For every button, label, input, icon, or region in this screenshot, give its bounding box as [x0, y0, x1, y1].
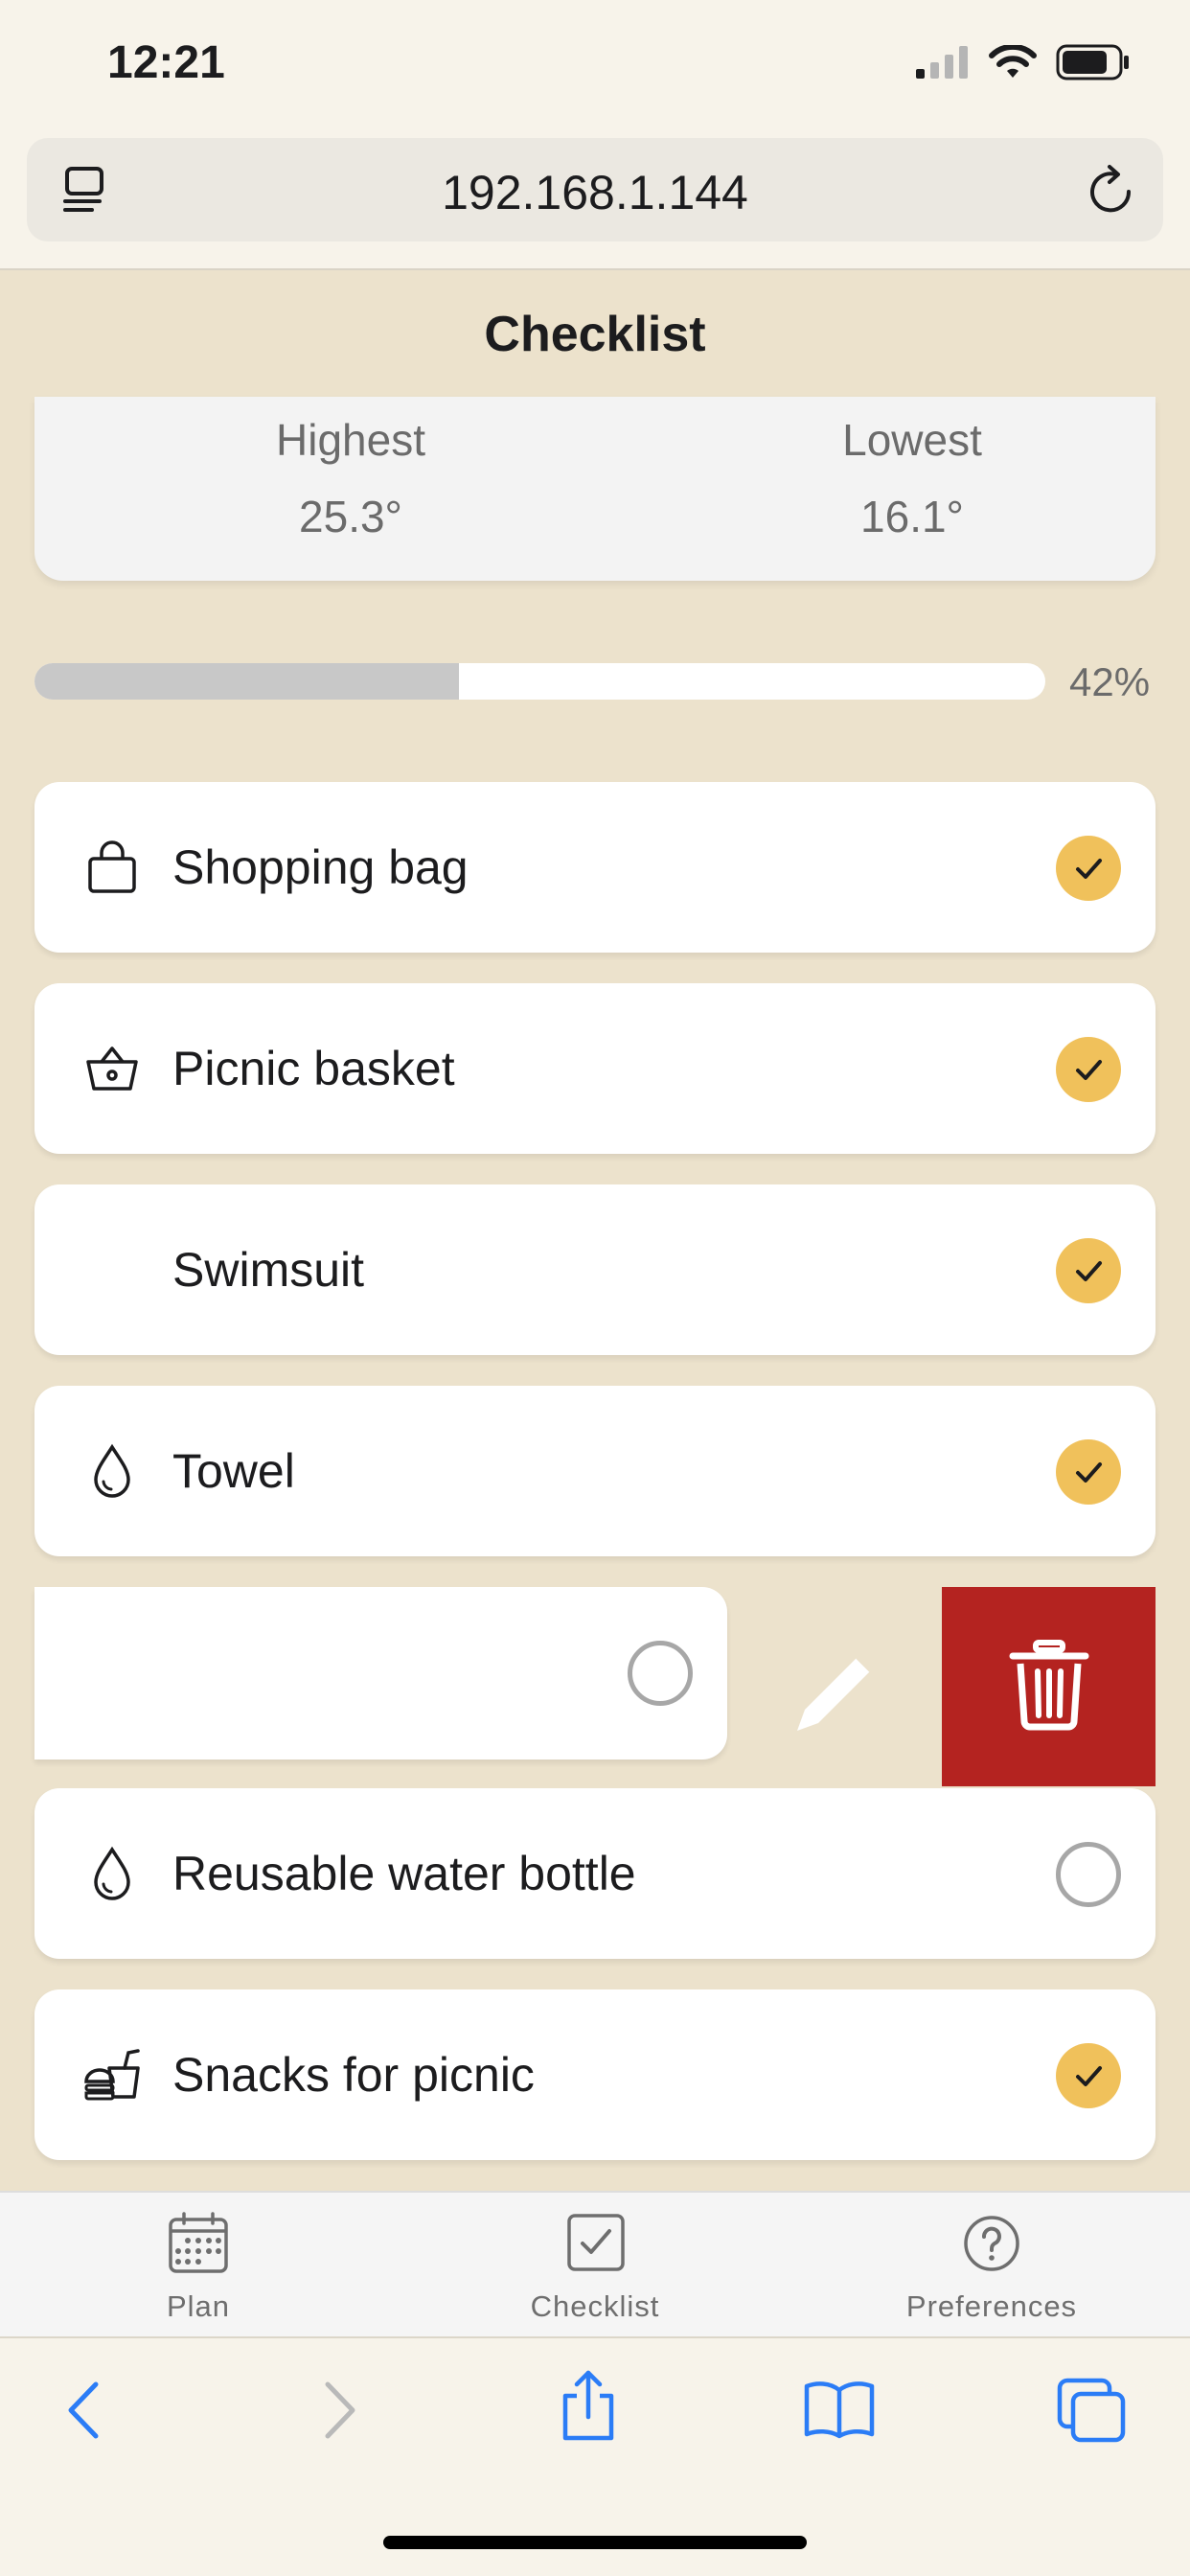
page-header: Checklist: [0, 272, 1190, 397]
progress-bar: [34, 663, 1045, 700]
fast-food-icon: [84, 2049, 140, 2101]
bookmarks-icon[interactable]: [803, 2377, 876, 2444]
lowest-temp: Lowest 16.1°: [721, 414, 1104, 542]
lowest-label: Lowest: [842, 415, 982, 465]
calendar-icon: [169, 2212, 228, 2273]
item-label: Picnic basket: [172, 1042, 455, 1095]
address-bar[interactable]: 192.168.1.144: [27, 138, 1163, 242]
wifi-icon: [989, 45, 1037, 78]
drop-icon: [94, 1846, 130, 1900]
tabs-icon[interactable]: [1056, 2377, 1129, 2446]
checkbox[interactable]: [1056, 1842, 1121, 1907]
share-icon[interactable]: [554, 2367, 623, 2444]
url-text[interactable]: 192.168.1.144: [27, 165, 1163, 220]
home-indicator: [383, 2536, 807, 2549]
tab-label: Checklist: [530, 2289, 660, 2323]
tab-preferences[interactable]: Preferences: [848, 2210, 1135, 2324]
item-label: Shopping bag: [172, 840, 469, 894]
progress-fill: [34, 663, 460, 700]
item-label: Towel: [172, 1444, 295, 1498]
status-time: 12:21: [107, 37, 225, 88]
item-label: Snacks for picnic: [172, 2048, 535, 2102]
tab-bar: Plan Checklist Preferences: [0, 2191, 1190, 2336]
list-item[interactable]: Snacks for picnic: [34, 1990, 1156, 2160]
list-item[interactable]: Shopping bag: [34, 782, 1156, 953]
checkmark-icon: [1076, 2066, 1102, 2086]
checkmark-icon: [1076, 859, 1102, 879]
checkmark-icon: [1076, 1060, 1102, 1080]
lowest-value: 16.1°: [860, 492, 964, 541]
item-label: Reusable water bottle: [172, 1847, 636, 1900]
checkbox[interactable]: [1056, 1037, 1121, 1102]
reload-icon[interactable]: [1087, 163, 1136, 217]
checkbox[interactable]: [1056, 1238, 1121, 1303]
list-item[interactable]: Towel: [34, 1386, 1156, 1556]
tab-checklist[interactable]: Checklist: [451, 2210, 739, 2324]
delete-button[interactable]: [942, 1587, 1156, 1786]
checkbox-icon: [567, 2214, 625, 2271]
checkbox[interactable]: [628, 1641, 693, 1706]
weather-card: Highest 25.3° Lowest 16.1°: [34, 397, 1156, 581]
highest-label: Highest: [276, 415, 425, 465]
page-title: Checklist: [484, 307, 706, 362]
battery-icon: [1056, 44, 1129, 80]
browser-toolbar: 192.168.1.144: [0, 134, 1190, 270]
question-icon: [964, 2216, 1019, 2271]
checkmark-icon: [1076, 1261, 1102, 1281]
list-item-swiped[interactable]: [34, 1587, 727, 1760]
forward-icon[interactable]: [316, 2377, 364, 2444]
checkbox[interactable]: [1056, 1439, 1121, 1505]
shopping-bag-icon: [88, 840, 136, 893]
tab-label: Preferences: [905, 2289, 1078, 2323]
list-item[interactable]: Picnic basket: [34, 983, 1156, 1154]
highest-temp: Highest 25.3°: [159, 414, 542, 542]
signal-icon: [916, 46, 968, 79]
back-icon[interactable]: [59, 2377, 107, 2444]
drop-icon: [94, 1443, 130, 1498]
checkmark-icon: [1076, 1462, 1102, 1483]
status-bar: 12:21: [0, 0, 1190, 134]
trash-icon: [1009, 1640, 1089, 1731]
list-item[interactable]: Swimsuit: [34, 1184, 1156, 1355]
tab-plan[interactable]: Plan: [55, 2210, 342, 2324]
checkbox[interactable]: [1056, 2043, 1121, 2108]
progress-percent: 42%: [1069, 659, 1151, 704]
status-icons: [916, 44, 1131, 80]
basket-icon: [86, 1046, 138, 1091]
pencil-icon[interactable]: [788, 1644, 883, 1740]
list-item[interactable]: Reusable water bottle: [34, 1788, 1156, 1959]
tab-label: Plan: [166, 2289, 231, 2323]
checkbox[interactable]: [1056, 836, 1121, 901]
item-label: Swimsuit: [172, 1243, 365, 1297]
highest-value: 25.3°: [299, 492, 402, 541]
